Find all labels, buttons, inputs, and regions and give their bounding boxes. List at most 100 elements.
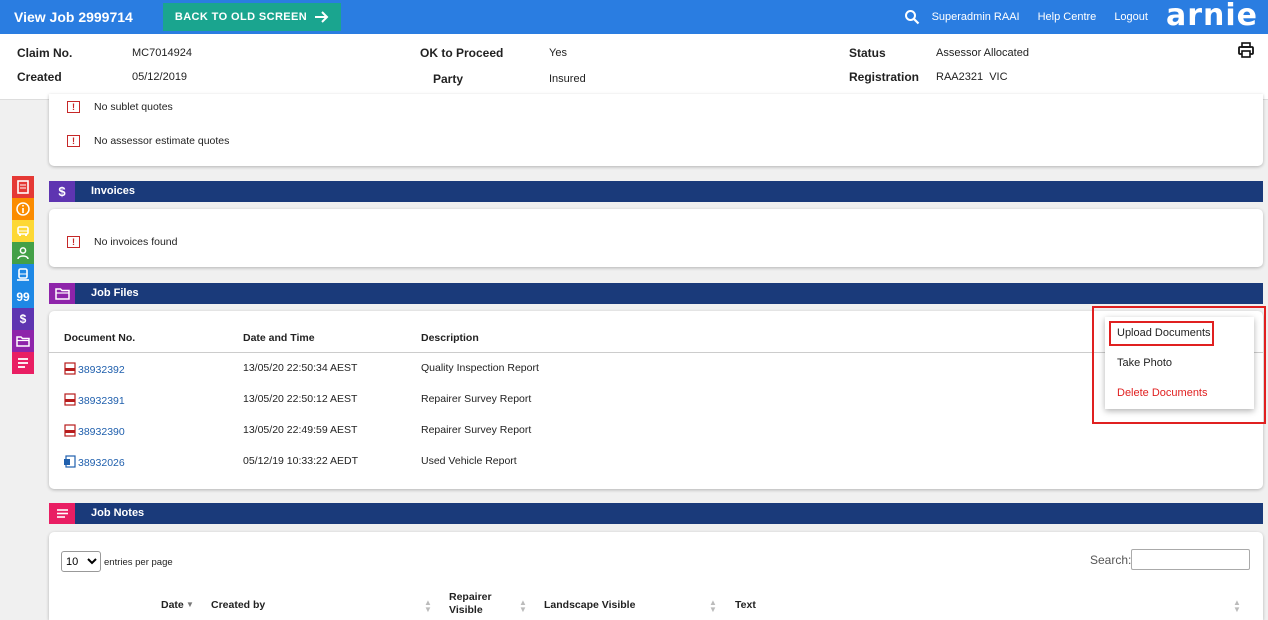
table-row[interactable]: 38932392: [64, 362, 125, 376]
side-nav: 99 $: [12, 176, 34, 374]
side-nav-info[interactable]: [12, 198, 34, 220]
page-title: View Job 2999714: [14, 9, 133, 25]
user-menu-link[interactable]: Superadmin RAAI: [932, 11, 1020, 23]
document-link[interactable]: 38932026: [78, 457, 125, 469]
word-doc-icon: [64, 455, 76, 468]
invoices-section-header: $ Invoices: [49, 181, 1263, 202]
row-date: 13/05/20 22:49:59 AEST: [243, 424, 358, 436]
job-files-section-header: Job Files: [49, 283, 1263, 304]
warning-icon: !: [67, 236, 80, 248]
folder-icon: [49, 283, 75, 304]
row-date: 13/05/20 22:50:12 AEST: [243, 393, 358, 405]
invoices-title: Invoices: [91, 185, 136, 197]
col-header-date-time: Date and Time: [243, 332, 315, 344]
table-row[interactable]: 38932026: [64, 455, 125, 469]
side-nav-quotes[interactable]: [12, 176, 34, 198]
side-nav-quote-marks[interactable]: 99: [12, 286, 34, 308]
dollar-icon: $: [19, 312, 27, 326]
upload-highlight-box: [1109, 321, 1214, 346]
col-header-created-by[interactable]: Created by: [211, 599, 265, 611]
row-description: Used Vehicle Report: [421, 455, 517, 467]
claim-no-value: MC7014924: [132, 47, 192, 59]
quotes-card: ! No sublet quotes ! No assessor estimat…: [49, 94, 1263, 166]
side-nav-repairer[interactable]: [12, 264, 34, 286]
document-link[interactable]: 38932390: [78, 426, 125, 438]
arrow-right-icon: [315, 11, 329, 23]
col-header-repairer-visible[interactable]: Repairer Visible: [449, 591, 499, 617]
side-nav-contacts[interactable]: [12, 242, 34, 264]
created-value: 05/12/2019: [132, 71, 188, 83]
col-header-landscape-visible[interactable]: Landscape Visible: [544, 599, 635, 611]
row-description: Repairer Survey Report: [421, 424, 532, 436]
job-info-header: Claim No. MC7014924 Created 05/12/2019 O…: [0, 34, 1268, 100]
help-centre-link[interactable]: Help Centre: [1038, 11, 1097, 23]
invoices-card: ! No invoices found: [49, 209, 1263, 267]
created-label: Created: [17, 70, 62, 84]
table-row[interactable]: 38932390: [64, 424, 125, 438]
dollar-icon: $: [49, 181, 75, 202]
sort-icon[interactable]: ▲ ▼: [519, 599, 527, 614]
job-files-title: Job Files: [91, 287, 139, 299]
no-invoices-notice: ! No invoices found: [67, 236, 177, 248]
document-link[interactable]: 38932392: [78, 364, 125, 376]
side-nav-invoices[interactable]: $: [12, 308, 34, 330]
car-front-icon: [17, 268, 29, 281]
document-icon: [17, 180, 29, 194]
side-nav-vehicle[interactable]: [12, 220, 34, 242]
sublet-quotes-text: No sublet quotes: [94, 101, 173, 113]
row-date: 13/05/20 22:50:34 AEST: [243, 362, 358, 374]
ok-to-proceed-label: OK to Proceed: [420, 46, 504, 60]
entries-per-page-select[interactable]: 10: [61, 551, 101, 572]
pdf-icon: [64, 362, 76, 375]
sort-icon[interactable]: ▲ ▼: [709, 599, 717, 614]
col-header-document-no: Document No.: [64, 332, 136, 344]
logout-link[interactable]: Logout: [1114, 11, 1148, 23]
search-input[interactable]: [1131, 549, 1250, 570]
job-notes-section-header: Job Notes: [49, 503, 1263, 524]
pdf-icon: [64, 393, 76, 406]
quote-marks-icon: 99: [16, 290, 30, 304]
back-button-label: BACK TO OLD SCREEN: [174, 11, 308, 23]
warning-icon: !: [67, 101, 80, 113]
job-notes-title: Job Notes: [91, 507, 145, 519]
search-icon[interactable]: [904, 9, 920, 25]
row-description: Quality Inspection Report: [421, 362, 539, 374]
registration-value: RAA2321 VIC: [936, 71, 1008, 83]
registration-label: Registration: [849, 70, 920, 84]
document-link[interactable]: 38932391: [78, 395, 125, 407]
entries-per-page-label: entries per page: [104, 557, 173, 568]
col-header-description: Description: [421, 332, 479, 344]
row-date: 05/12/19 10:33:22 AEDT: [243, 455, 359, 467]
notes-icon: [18, 358, 28, 368]
status-label: Status: [849, 46, 886, 60]
notes-icon: [49, 503, 75, 524]
sublet-quotes-notice: ! No sublet quotes: [67, 101, 173, 113]
person-icon: [17, 247, 29, 260]
car-icon: [17, 226, 29, 236]
back-to-old-screen-button[interactable]: BACK TO OLD SCREEN: [163, 3, 341, 31]
job-files-card: Document No. Date and Time Description 3…: [49, 311, 1263, 489]
assessor-quotes-notice: ! No assessor estimate quotes: [67, 135, 229, 147]
print-icon[interactable]: [1238, 42, 1254, 58]
col-header-text[interactable]: Text: [735, 599, 756, 611]
side-nav-job-files[interactable]: [12, 330, 34, 352]
arnie-logo: arnie: [1165, 0, 1258, 33]
folder-icon: [16, 336, 30, 347]
warning-icon: !: [67, 135, 80, 147]
claim-no-label: Claim No.: [17, 46, 73, 60]
status-value: Assessor Allocated: [936, 47, 1029, 59]
party-value: Insured: [549, 73, 586, 85]
sort-icon[interactable]: ▲ ▼: [1233, 599, 1241, 614]
assessor-quotes-text: No assessor estimate quotes: [94, 135, 230, 147]
search-label: Search:: [1090, 553, 1132, 567]
no-invoices-text: No invoices found: [94, 236, 178, 248]
party-label: Party: [433, 72, 464, 86]
col-header-date[interactable]: Date: [161, 599, 184, 611]
info-icon: [16, 202, 30, 216]
side-nav-job-notes[interactable]: [12, 352, 34, 374]
table-divider: [49, 352, 1263, 353]
sort-desc-icon[interactable]: ▼: [186, 601, 194, 609]
sort-icon[interactable]: ▲ ▼: [424, 599, 432, 614]
top-bar: View Job 2999714 BACK TO OLD SCREEN Supe…: [0, 0, 1268, 34]
table-row[interactable]: 38932391: [64, 393, 125, 407]
